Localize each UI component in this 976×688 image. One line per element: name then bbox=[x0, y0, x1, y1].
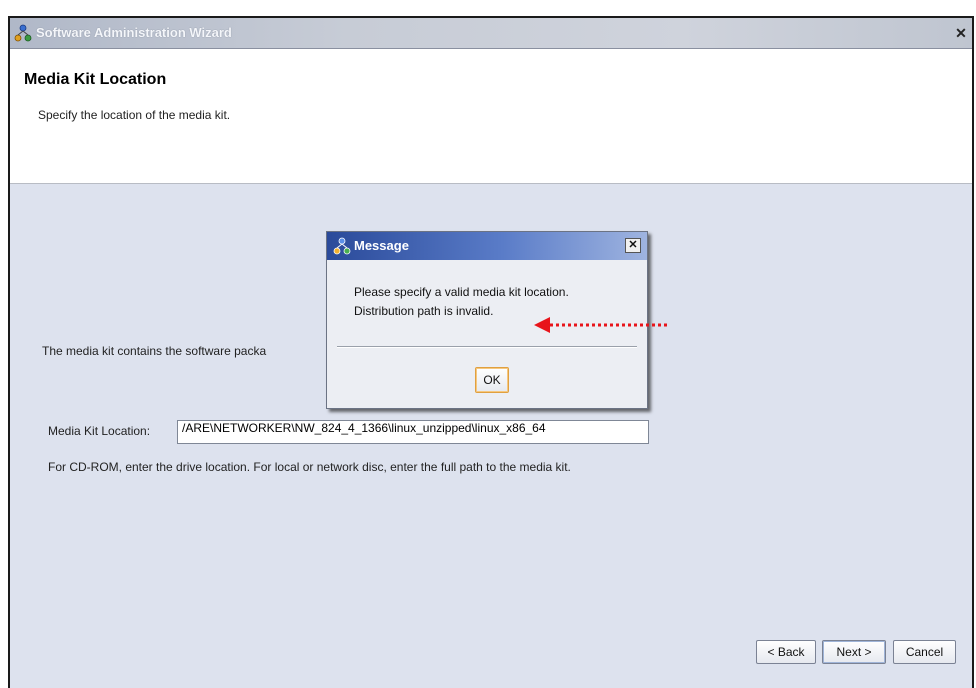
media-kit-description: The media kit contains the software pack… bbox=[42, 344, 267, 358]
cancel-button[interactable]: Cancel bbox=[893, 640, 956, 664]
media-kit-location-value: /ARE\NETWORKER\NW_824_4_1366\linux_unzip… bbox=[182, 421, 546, 435]
window-titlebar[interactable]: Software Administration Wizard ✕ bbox=[10, 18, 972, 49]
dialog-message-line2: Distribution path is invalid. bbox=[354, 304, 494, 318]
dialog-separator bbox=[337, 346, 637, 348]
back-button[interactable]: < Back bbox=[756, 640, 816, 664]
wizard-header: Media Kit Location Specify the location … bbox=[10, 49, 972, 184]
network-nodes-icon bbox=[14, 24, 32, 42]
ok-button[interactable]: OK bbox=[475, 367, 509, 393]
red-dotted-arrow-icon bbox=[534, 317, 670, 333]
next-button[interactable]: Next > bbox=[822, 640, 886, 664]
dialog-message-line1: Please specify a valid media kit locatio… bbox=[354, 285, 569, 299]
network-nodes-icon bbox=[333, 237, 351, 255]
media-kit-location-input[interactable]: /ARE\NETWORKER\NW_824_4_1366\linux_unzip… bbox=[177, 420, 649, 444]
window-title: Software Administration Wizard bbox=[36, 25, 232, 40]
location-hint: For CD-ROM, enter the drive location. Fo… bbox=[48, 460, 571, 474]
dialog-titlebar[interactable]: Message ✕ bbox=[327, 232, 647, 260]
media-kit-location-label: Media Kit Location: bbox=[48, 424, 151, 438]
page-title: Media Kit Location bbox=[24, 71, 167, 88]
window-close-icon[interactable]: ✕ bbox=[954, 26, 968, 40]
dialog-title: Message bbox=[354, 238, 409, 253]
page-subtitle: Specify the location of the media kit. bbox=[38, 108, 231, 122]
dialog-close-icon[interactable]: ✕ bbox=[625, 238, 641, 253]
